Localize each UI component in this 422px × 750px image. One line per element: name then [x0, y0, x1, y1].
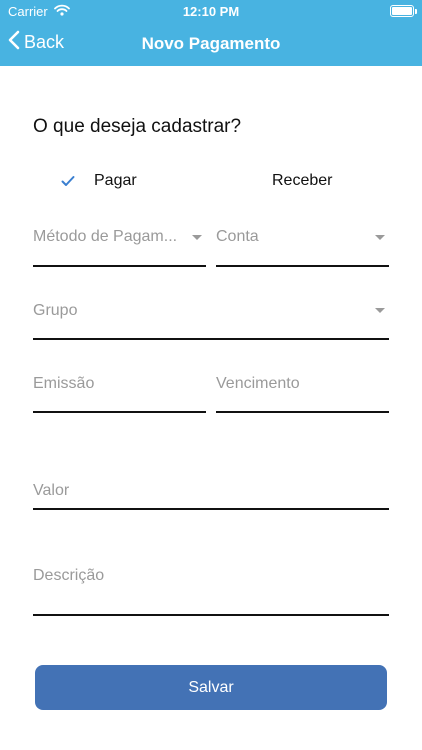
dropdown-caret-icon [192, 235, 202, 240]
option-pagar[interactable]: Pagar [58, 172, 137, 190]
description-placeholder: Descrição [33, 567, 105, 584]
page-title: Novo Pagamento [141, 34, 281, 53]
amount-field[interactable]: Valor [33, 470, 389, 510]
amount-placeholder: Valor [33, 482, 70, 499]
due-date-field[interactable]: Vencimento [216, 368, 389, 413]
dropdown-caret-icon [375, 235, 385, 240]
account-placeholder: Conta [216, 228, 259, 245]
payment-method-select[interactable]: Método de Pagam... [33, 222, 206, 267]
status-time: 12:10 PM [182, 4, 240, 19]
checkmark-icon [58, 175, 78, 187]
account-select[interactable]: Conta [216, 222, 389, 267]
form-question: O que deseja cadastrar? [33, 116, 242, 137]
option-receber-label: Receber [272, 172, 333, 189]
status-bar: Carrier 12:10 PM [0, 0, 422, 22]
option-pagar-label: Pagar [94, 172, 137, 189]
due-date-placeholder: Vencimento [216, 375, 300, 392]
option-receber[interactable]: Receber [272, 172, 332, 190]
header-bar: Carrier 12:10 PM Back Novo Pagamento [0, 0, 422, 66]
payment-method-placeholder: Método de Pagam... [33, 228, 178, 245]
group-placeholder: Grupo [33, 302, 78, 319]
dropdown-caret-icon [375, 308, 385, 313]
description-field[interactable]: Descrição [33, 557, 389, 616]
battery-icon [390, 5, 417, 17]
issue-date-field[interactable]: Emissão [33, 368, 206, 413]
save-button[interactable]: Salvar [35, 665, 387, 710]
navigation-bar: Back Novo Pagamento [0, 22, 422, 66]
issue-date-placeholder: Emissão [33, 375, 95, 392]
group-select[interactable]: Grupo [33, 295, 389, 340]
